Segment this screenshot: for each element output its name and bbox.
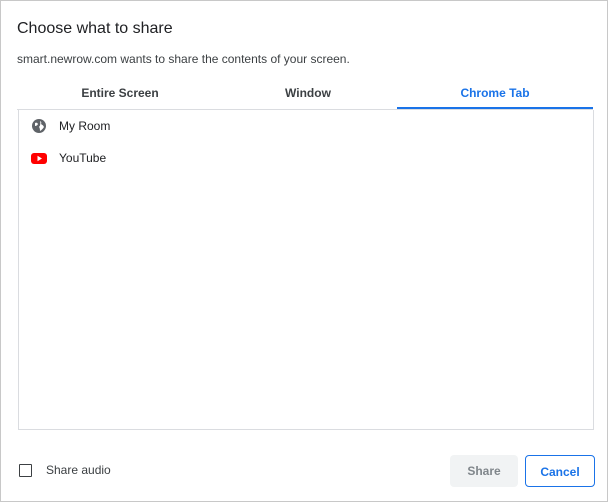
share-button[interactable]: Share [450, 455, 518, 487]
dialog-title: Choose what to share [17, 20, 173, 37]
tab-window[interactable]: Window [213, 79, 403, 107]
dialog-subtitle: smart.newrow.com wants to share the cont… [17, 52, 350, 66]
share-audio-option[interactable]: Share audio [19, 463, 111, 477]
list-item-label: My Room [59, 119, 111, 133]
share-audio-label: Share audio [46, 463, 111, 477]
tab-entire-screen[interactable]: Entire Screen [25, 79, 215, 107]
youtube-icon [31, 150, 47, 166]
tab-chrome-tab[interactable]: Chrome Tab [397, 79, 593, 109]
tab-list: My Room YouTube [18, 110, 594, 430]
list-item-youtube[interactable]: YouTube [31, 146, 106, 170]
share-audio-checkbox[interactable] [19, 463, 32, 477]
list-item-label: YouTube [59, 151, 107, 165]
globe-icon [31, 118, 47, 134]
cancel-button[interactable]: Cancel [525, 455, 595, 487]
list-item-my-room[interactable]: My Room [31, 114, 110, 138]
share-dialog: Choose what to share smart.newrow.com wa… [0, 0, 608, 502]
tab-bar: Entire Screen Window Chrome Tab [17, 79, 593, 110]
